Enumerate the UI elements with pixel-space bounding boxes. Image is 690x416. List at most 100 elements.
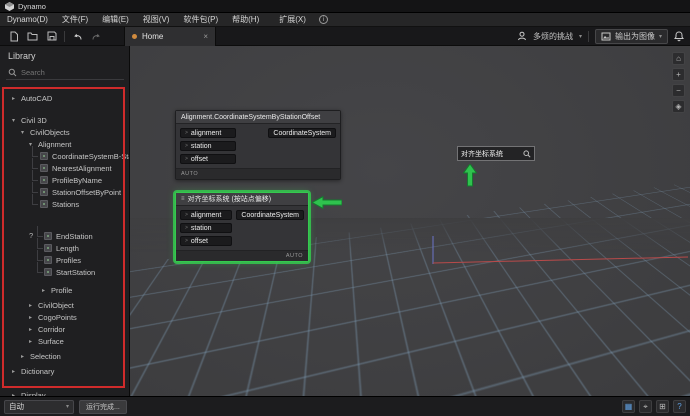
sidebar-item-dictionary[interactable]: ▸ Dictionary [0,365,129,377]
grid-view-icon[interactable]: ▦ [622,400,635,413]
canvas-controls: ⌂ + − ◈ [672,52,685,113]
zoom-in-button[interactable]: + [672,68,685,81]
info-icon[interactable]: i [319,15,328,24]
menu-file[interactable]: 文件(F) [55,13,95,26]
sidebar-item-autocad[interactable]: ▸ AutoCAD [0,92,129,104]
chevron-down-icon: ▾ [66,403,69,410]
menu-extensions[interactable]: 扩展(X) [272,13,313,26]
library-node-stationoffsetbypoint[interactable]: StationOffsetByPoint [0,186,129,198]
undo-button[interactable] [71,29,84,43]
sidebar-item-civilobject[interactable]: ▸ CivilObject [0,299,129,311]
sidebar-item-label: CoordinateSystemB-Station... [52,152,129,161]
input-port-offset[interactable]: > offset [180,236,232,246]
node-translated-coordinatesystem[interactable]: ≡ 对齐坐标系统 (按站点偏移) > alignment > station >… [175,192,309,262]
sidebar-item-label: Civil 3D [21,116,47,125]
account-icon[interactable] [517,31,527,41]
menu-help[interactable]: 帮助(H) [225,13,266,26]
node-alignment-coordinatesystembystationoffset[interactable]: Alignment.CoordinateSystemByStationOffse… [175,110,341,180]
library-node-nearestalignment[interactable]: NearestAlignment [0,162,129,174]
run-mode-dropdown[interactable]: 自动 ▾ [4,400,74,414]
canvas-search-input[interactable] [461,150,521,157]
node-title[interactable]: ≡ 对齐坐标系统 (按站点偏移) [176,193,308,206]
pointer-target-icon[interactable]: ⌖ [639,400,652,413]
tab-home[interactable]: Home × [124,27,216,46]
run-status-button[interactable]: 运行完成... [79,400,127,414]
sidebar-item-profile[interactable]: ▸ Profile [0,284,129,296]
sidebar-item-display[interactable]: ▸ Display [0,389,129,396]
menu-dynamo[interactable]: Dynamo(D) [0,13,55,26]
input-port-offset[interactable]: > offset [180,154,236,164]
search-icon [523,150,531,158]
lacing-indicator[interactable]: AUTO [181,171,198,177]
library-node-endstation[interactable]: EndStation [0,230,129,242]
save-button[interactable] [45,29,58,43]
redo-button[interactable] [90,29,103,43]
open-file-button[interactable] [26,29,39,43]
sidebar-item-corridor[interactable]: ▸ Corridor [0,323,129,335]
library-node-length[interactable]: Length [0,242,129,254]
sidebar-item-label: Profiles [56,256,81,265]
new-file-button[interactable] [7,29,20,43]
port-label: alignment [191,130,221,137]
canvas-search-box[interactable] [457,146,535,161]
library-node-startstation[interactable]: StartStation [0,266,129,278]
run-mode-value: 自动 [9,401,24,412]
sidebar-item-civil3d[interactable]: ▾ Civil 3D [0,114,129,126]
fit-view-button[interactable]: ⌂ [672,52,685,65]
input-port-station[interactable]: > station [180,223,232,233]
menu-packages[interactable]: 软件包(P) [176,13,225,26]
port-label: offset [191,238,208,245]
save-icon [47,31,57,41]
menu-view[interactable]: 视图(V) [136,13,177,26]
sidebar-item-surface[interactable]: ▸ Surface [0,335,129,347]
status-bar: 自动 ▾ 运行完成... ▦ ⌖ ⊞ ? [0,396,690,416]
node-body: > alignment > station > offset Coordinat… [176,124,340,168]
chevron-right-icon: ▸ [27,338,34,345]
output-port-coordinatesystem[interactable]: CoordinateSystem [236,210,304,220]
library-search-input[interactable] [21,68,122,77]
chevron-down-icon: ▾ [19,129,26,136]
graph-canvas[interactable]: ⌂ + − ◈ Alignment.CoordinateSystemByStat… [130,46,690,396]
orbit-button[interactable]: ◈ [672,100,685,113]
account-label[interactable]: 多烦的挑战 [533,31,573,42]
custom-node-icon: ≡ [181,196,185,202]
library-node-stations[interactable]: Stations [0,198,129,210]
sidebar-item-cogopoints[interactable]: ▸ CogoPoints [0,311,129,323]
menu-edit[interactable]: 编辑(E) [95,13,136,26]
zoom-out-button[interactable]: − [672,84,685,97]
node-title[interactable]: Alignment.CoordinateSystemByStationOffse… [176,111,340,124]
sidebar-item-alignment[interactable]: ▾ Alignment [0,138,129,150]
window-title: Dynamo [18,2,46,11]
export-image-button[interactable]: 输出为图像 ▾ [595,29,668,44]
sidebar-item-selection[interactable]: ▸ Selection [0,350,129,362]
output-port-coordinatesystem[interactable]: CoordinateSystem [268,128,336,138]
library-node-profiles[interactable]: Profiles [0,254,129,266]
chevron-right-icon: ▸ [27,314,34,321]
close-tab-icon[interactable]: × [203,32,208,41]
lacing-indicator[interactable]: AUTO [286,253,303,259]
toolbar-divider [588,31,589,42]
new-file-icon [9,31,19,42]
input-port-alignment[interactable]: > alignment [180,210,232,220]
help-icon[interactable]: ? [673,400,686,413]
node-body: > alignment > station > offset Coordinat… [176,206,308,250]
notifications-bell-icon[interactable] [674,31,684,42]
chevron-down-icon: ▾ [10,117,17,124]
window-grid-icon[interactable]: ⊞ [656,400,669,413]
port-default-icon: > [185,238,188,244]
input-port-alignment[interactable]: > alignment [180,128,236,138]
input-port-station[interactable]: > station [180,141,236,151]
sidebar-item-civilobjects[interactable]: ▾ CivilObjects [0,126,129,138]
sidebar-item-label: AutoCAD [21,94,52,103]
node-thumbnail-icon [44,256,52,264]
sidebar-item-label: Alignment [38,140,71,149]
sidebar-item-label: Dictionary [21,367,54,376]
node-thumbnail-icon [40,164,48,172]
library-node-coordinatesystembystation[interactable]: CoordinateSystemB-Station... [0,150,129,162]
node-thumbnail-icon [40,152,48,160]
port-label: CoordinateSystem [273,130,331,137]
library-search[interactable] [6,65,124,80]
sidebar-item-label: Corridor [38,325,65,334]
library-node-profilebyname[interactable]: ProfileByName [0,174,129,186]
chevron-down-icon[interactable]: ▾ [579,33,582,40]
